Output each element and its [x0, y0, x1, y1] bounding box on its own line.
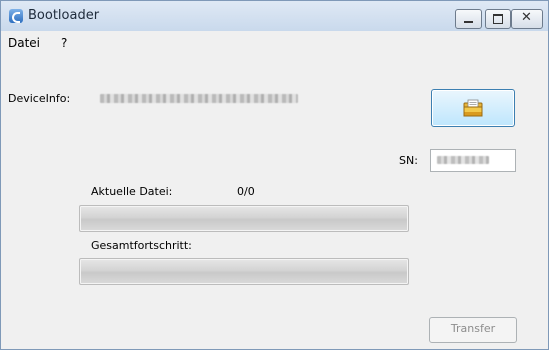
minimize-icon: [464, 21, 473, 23]
app-icon: [9, 9, 23, 23]
maximize-icon: [493, 14, 503, 24]
open-file-button[interactable]: [431, 89, 515, 127]
transfer-button[interactable]: Transfer: [429, 317, 517, 343]
close-icon: ✕: [521, 10, 532, 25]
close-button[interactable]: ✕: [511, 9, 543, 29]
minimize-button[interactable]: [455, 9, 482, 29]
current-file-label: Aktuelle Datei:: [91, 185, 173, 198]
current-file-progress-bar: [79, 205, 409, 232]
menu-help[interactable]: ?: [61, 36, 67, 50]
folder-open-icon: [463, 99, 483, 117]
current-file-count: 0/0: [237, 185, 255, 198]
sn-value: [437, 156, 489, 164]
device-info-value: [100, 94, 298, 103]
maximize-button[interactable]: [485, 9, 511, 29]
menu-datei[interactable]: Datei: [8, 36, 40, 50]
menu-bar: Datei ?: [1, 31, 548, 55]
sn-label: SN:: [399, 154, 418, 167]
title-bar: Bootloader ✕: [1, 1, 548, 31]
window-title: Bootloader: [28, 8, 100, 23]
device-info-label: DeviceInfo:: [8, 92, 71, 105]
total-progress-bar: [79, 258, 409, 285]
total-progress-label: Gesamtfortschritt:: [91, 239, 192, 252]
bootloader-window: Bootloader ✕ Datei ? DeviceInfo: SN: Akt…: [0, 0, 549, 350]
sn-field[interactable]: [430, 149, 516, 172]
